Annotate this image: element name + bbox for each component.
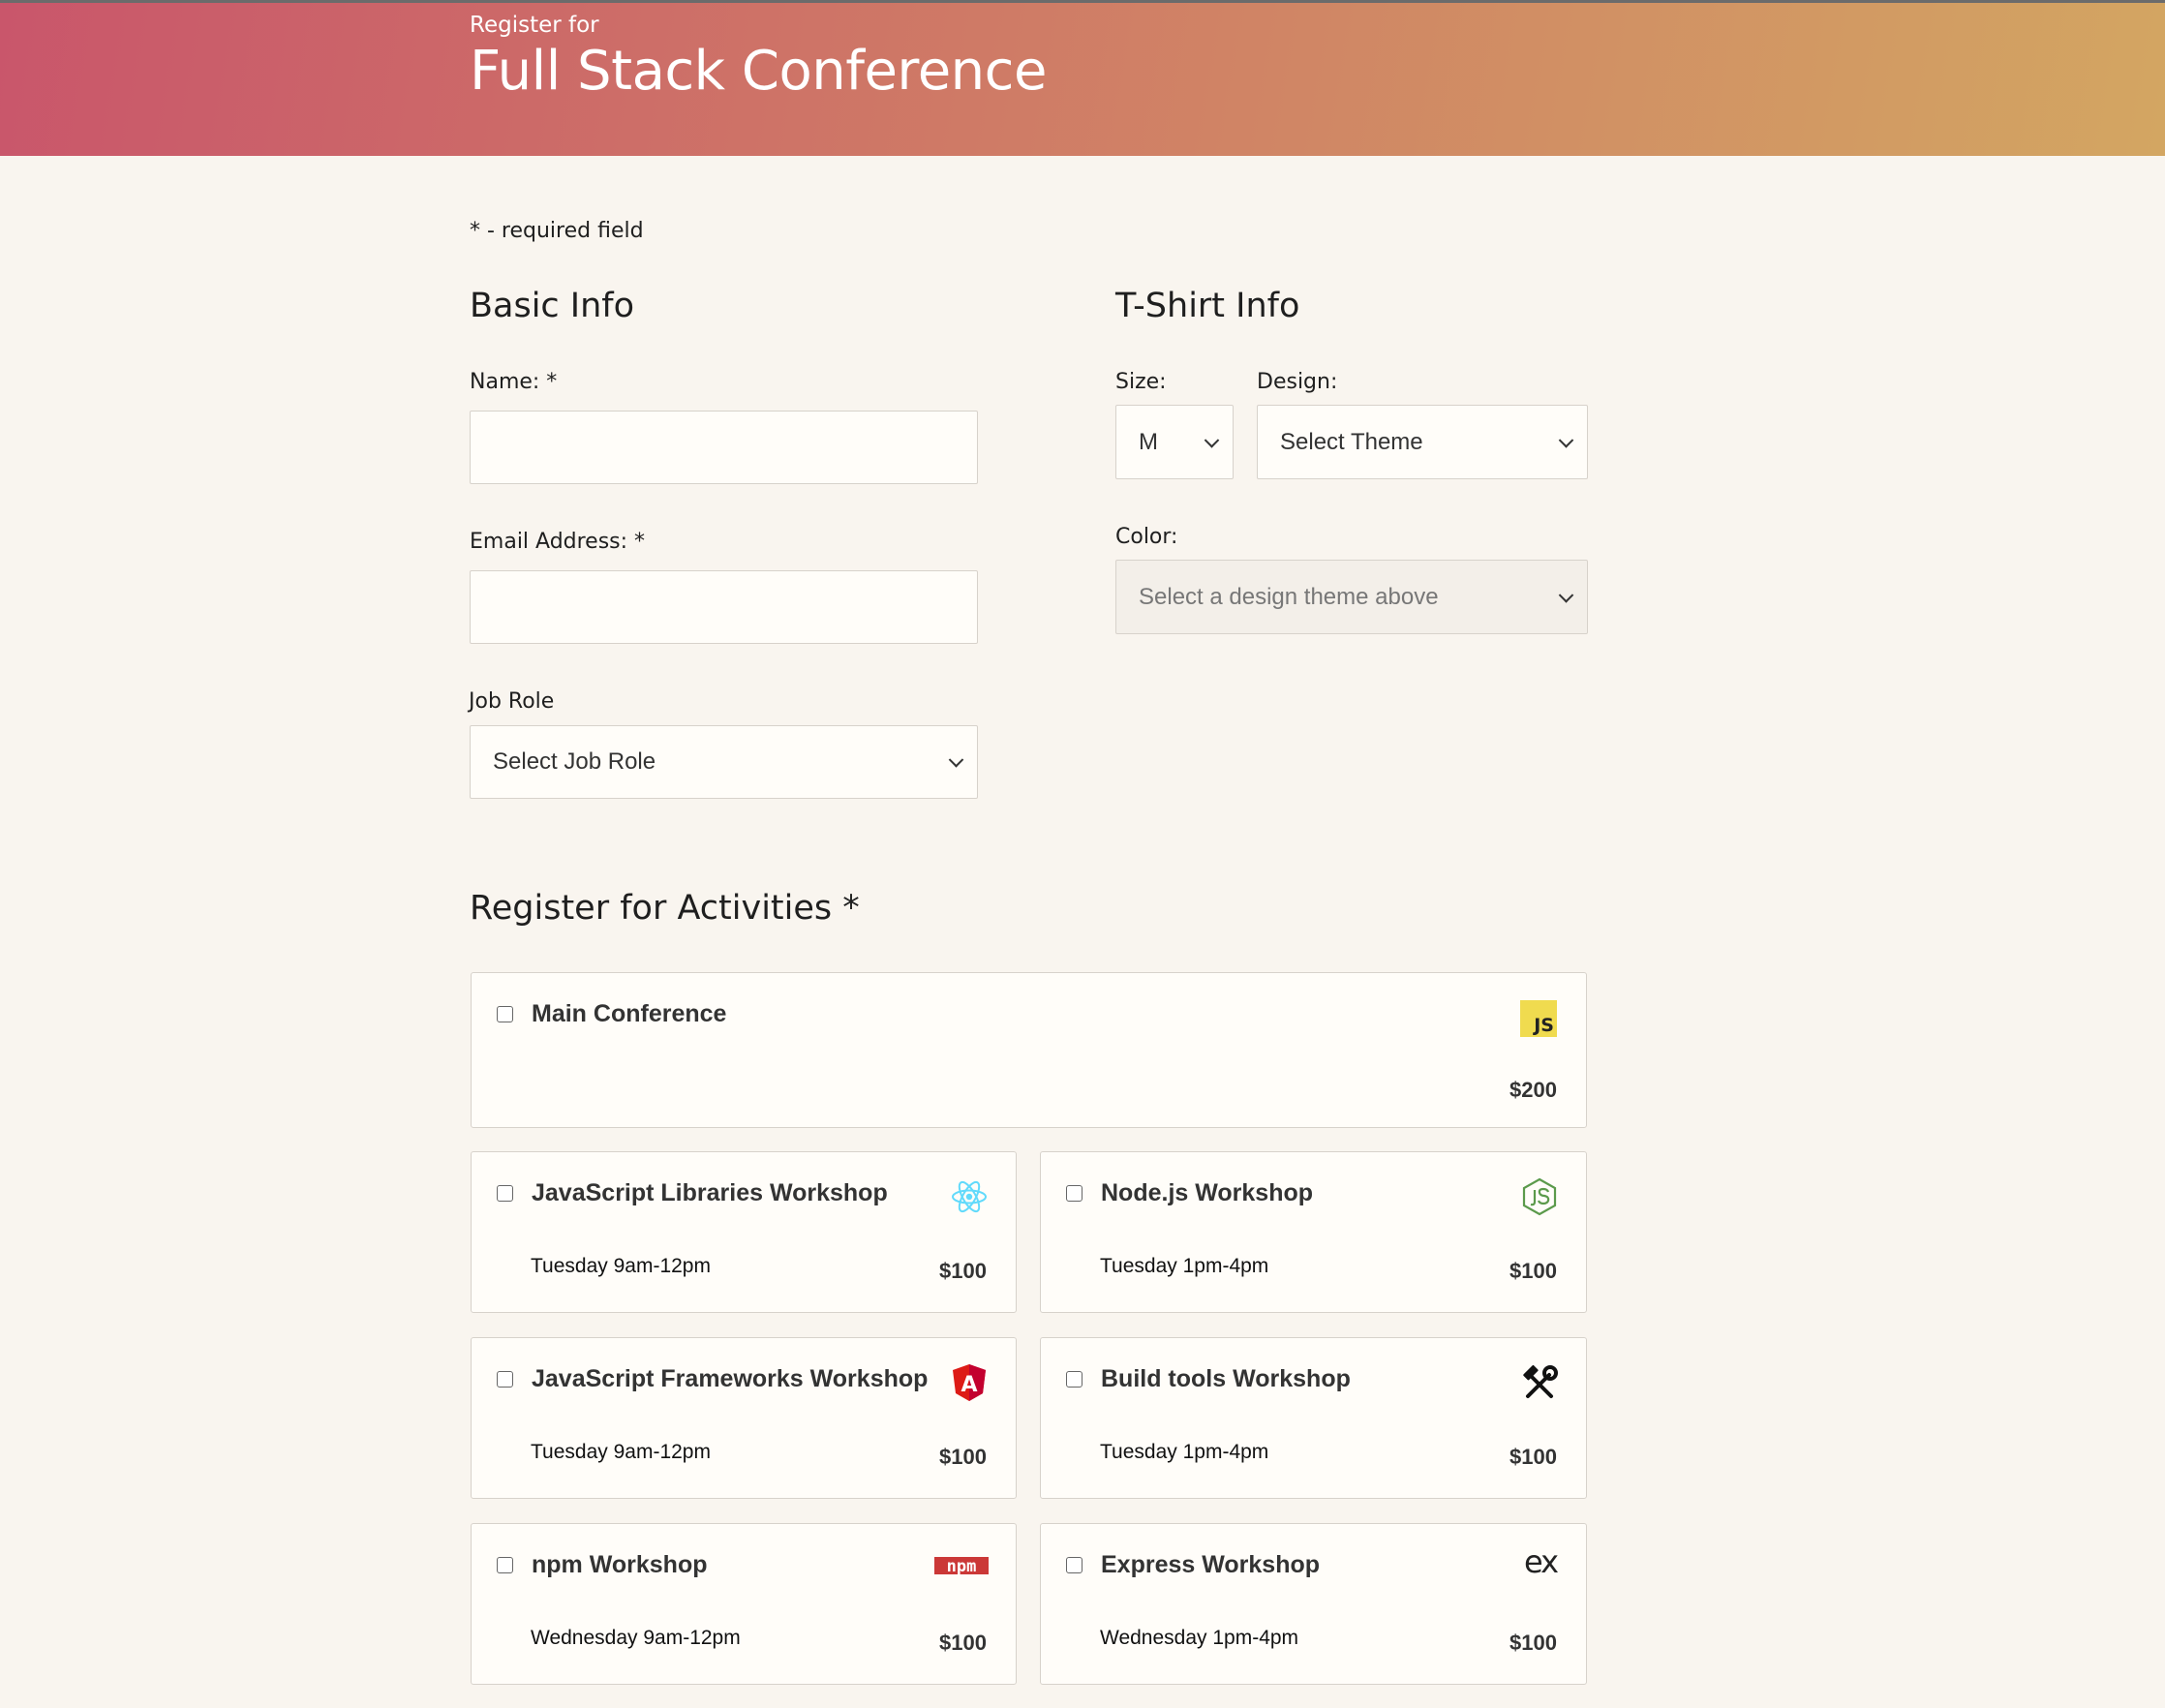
design-value: Select Theme [1280,428,1423,455]
js-icon: JS [1520,1000,1557,1037]
chevron-down-icon [1204,432,1220,448]
activity-npm[interactable]: npm Workshop npm Wednesday 9am-12pm $100 [471,1523,1017,1685]
tshirt-info-heading: T-Shirt Info [1115,287,1300,325]
design-label: Design: [1257,370,1338,394]
activity-name: JavaScript Frameworks Workshop [532,1365,929,1392]
design-select[interactable]: Select Theme [1257,405,1588,479]
header-pretitle: Register for [470,13,599,38]
activity-main-conference[interactable]: Main Conference JS $200 [471,972,1587,1128]
npm-icon: npm [934,1557,989,1576]
activity-checkbox[interactable] [1066,1371,1082,1388]
page-header: Register for Full Stack Conference [0,0,2165,156]
activity-time: Tuesday 9am-12pm [531,1441,711,1463]
activity-time: Tuesday 1pm-4pm [1100,1441,1269,1463]
activity-cost: $100 [1509,1259,1557,1283]
express-icon: ex [1523,1543,1559,1580]
activity-cost: $100 [939,1631,987,1655]
js-icon-text: JS [1534,1015,1554,1036]
activity-name: Main Conference [532,1000,727,1027]
tools-icon [1523,1364,1558,1398]
activity-time: Wednesday 9am-12pm [531,1627,741,1649]
name-input[interactable] [470,411,978,484]
activity-checkbox[interactable] [1066,1557,1082,1573]
chevron-down-icon [1558,587,1574,603]
basic-info-heading: Basic Info [470,287,635,325]
name-label: Name: * [470,370,558,394]
color-value: Select a design theme above [1139,583,1439,610]
npm-icon-text: npm [947,1557,977,1576]
activity-cost: $100 [1509,1445,1557,1469]
job-role-select[interactable]: Select Job Role [470,725,978,799]
activity-time: Tuesday 9am-12pm [531,1255,711,1277]
angular-icon-text: A [961,1373,977,1397]
chevron-down-icon [1558,432,1574,448]
activity-name: JavaScript Libraries Workshop [532,1179,888,1206]
job-role-value: Select Job Role [493,748,656,775]
main-conference-checkbox[interactable] [497,1006,513,1022]
activity-name: Build tools Workshop [1101,1365,1351,1392]
activity-name: npm Workshop [532,1551,708,1578]
react-icon [952,1180,987,1213]
chevron-down-icon [948,752,964,768]
activity-javascript-libraries[interactable]: JavaScript Libraries Workshop Tuesday 9a… [471,1151,1017,1313]
size-value: M [1139,428,1158,455]
activity-javascript-frameworks[interactable]: JavaScript Frameworks Workshop A Tuesday… [471,1337,1017,1499]
activity-name: Express Workshop [1101,1551,1321,1578]
activity-cost: $100 [1509,1631,1557,1655]
activity-express[interactable]: Express Workshop ex Wednesday 1pm-4pm $1… [1040,1523,1587,1685]
page-title: Full Stack Conference [470,40,1047,103]
activity-time: Tuesday 1pm-4pm [1100,1255,1269,1277]
nodejs-icon [1522,1177,1557,1216]
angular-icon: A [953,1364,986,1401]
activity-checkbox[interactable] [497,1371,513,1388]
email-label: Email Address: * [470,530,646,554]
activity-build-tools[interactable]: Build tools Workshop Tuesday 1pm-4pm $10… [1040,1337,1587,1499]
activity-checkbox[interactable] [497,1185,513,1202]
color-label: Color: [1115,525,1178,549]
activity-cost: $100 [939,1445,987,1469]
activity-checkbox[interactable] [497,1557,513,1573]
activity-checkbox[interactable] [1066,1185,1082,1202]
size-label: Size: [1115,370,1167,394]
activity-nodejs[interactable]: Node.js Workshop Tuesday 1pm-4pm $100 [1040,1151,1587,1313]
color-select[interactable]: Select a design theme above [1115,560,1588,634]
job-role-label: Job Role [469,689,555,714]
required-note: * - required field [470,219,644,243]
activities-heading: Register for Activities * [470,889,860,928]
activity-cost: $200 [1509,1078,1557,1102]
activity-time: Wednesday 1pm-4pm [1100,1627,1299,1649]
email-input[interactable] [470,570,978,644]
activity-name: Node.js Workshop [1101,1179,1314,1206]
activity-cost: $100 [939,1259,987,1283]
size-select[interactable]: M [1115,405,1234,479]
